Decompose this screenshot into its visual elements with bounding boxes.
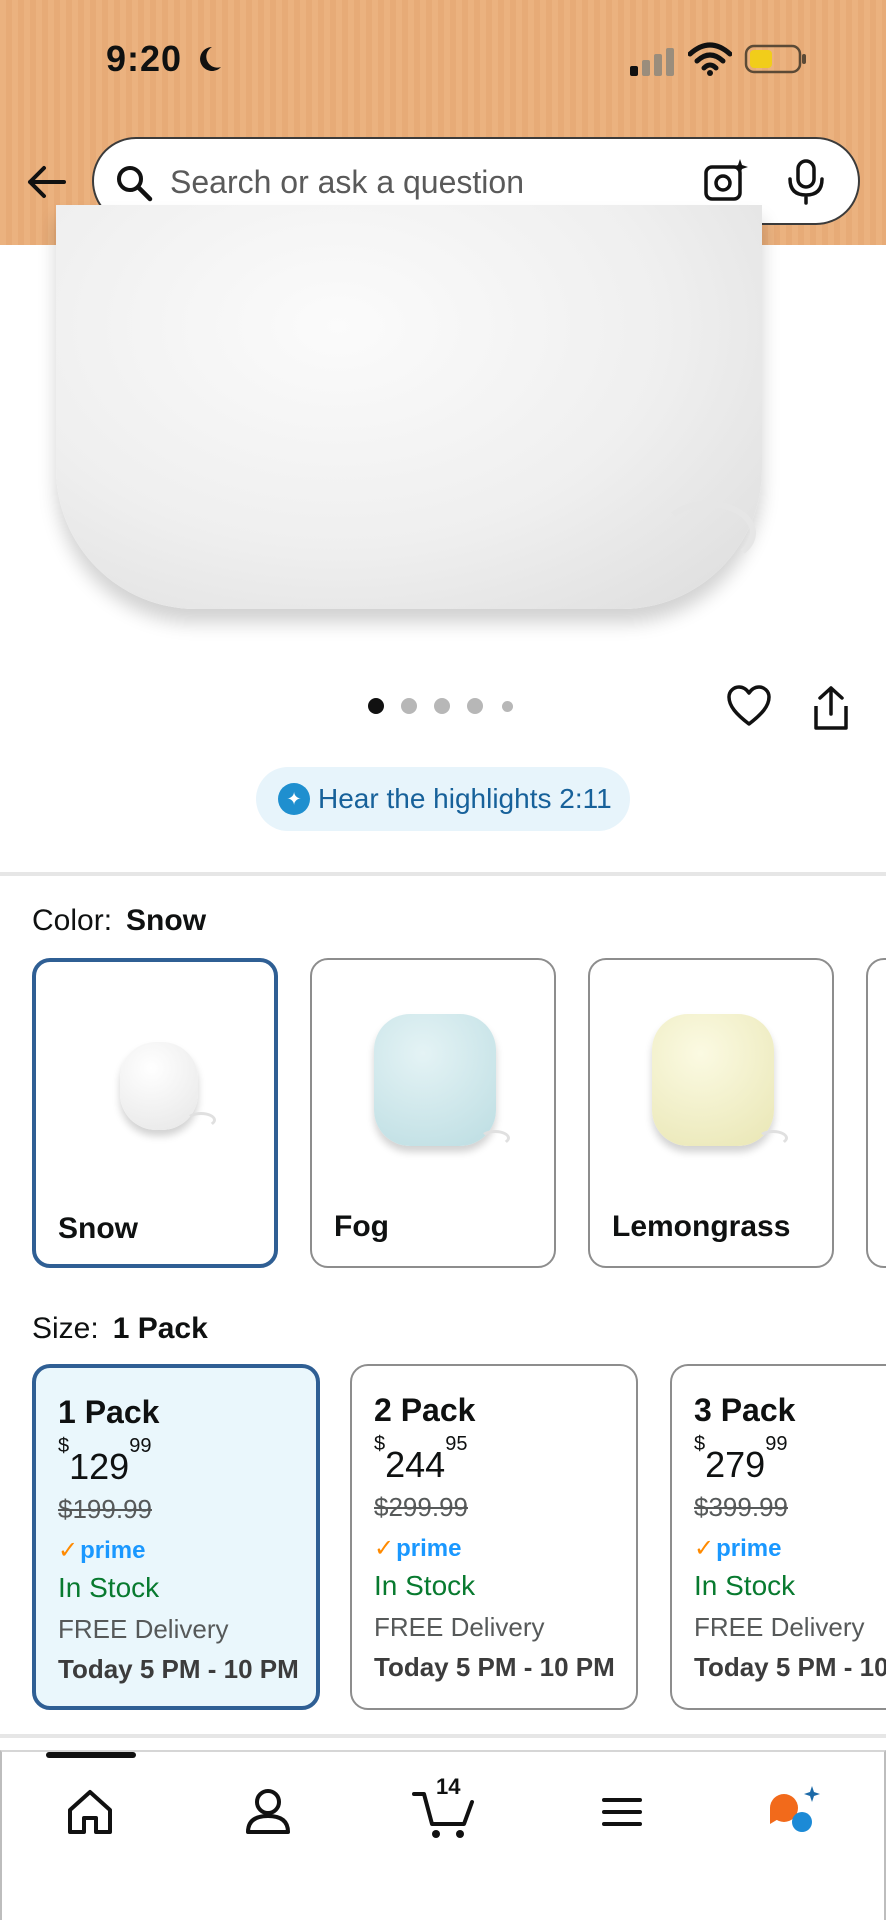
search-icon <box>117 166 153 202</box>
section-divider <box>0 1734 886 1738</box>
pack-stock-status: In Stock <box>694 1570 796 1601</box>
pack-title: 1 Pack <box>58 1394 160 1430</box>
power-cable-image <box>660 501 756 565</box>
price-symbol: $ <box>694 1433 706 1455</box>
camera-lens-icon[interactable] <box>702 157 750 205</box>
price-cents: 95 <box>445 1433 468 1455</box>
color-option-label: Snow <box>58 1212 138 1245</box>
price-symbol: $ <box>374 1433 386 1455</box>
color-option-lemongrass[interactable]: Lemongrass <box>588 958 834 1268</box>
battery-icon <box>744 44 806 74</box>
size-selected-value: 1 Pack <box>112 1312 208 1345</box>
pack-delivery: FREE Delivery <box>58 1614 229 1644</box>
account-icon[interactable] <box>238 1782 298 1842</box>
price-whole: 129 <box>69 1446 130 1487</box>
status-bar: 9:20 <box>0 0 886 120</box>
pack-delivery-date: Today 5 PM - 10 PM <box>374 1652 615 1682</box>
prime-check-icon: ✓ <box>374 1535 395 1562</box>
menu-icon[interactable] <box>592 1782 652 1842</box>
pack-delivery: FREE Delivery <box>694 1612 865 1642</box>
pack-delivery: FREE Delivery <box>374 1612 545 1642</box>
section-divider <box>0 872 886 876</box>
hear-highlights-button[interactable]: ✦ Hear the highlights 2:11 <box>256 767 630 831</box>
wifi-icon <box>688 42 732 76</box>
prime-text: prime <box>80 1537 146 1564</box>
thumbnail-cable <box>758 1130 788 1146</box>
fog-router-thumbnail <box>374 1014 496 1146</box>
audio-sparkle-icon: ✦ <box>278 783 310 815</box>
color-option-fog[interactable]: Fog <box>310 958 556 1268</box>
pack-price: $27999 <box>694 1433 787 1486</box>
prime-badge: ✓prime <box>694 1534 781 1563</box>
pack-delivery-date: Today 5 PM - 10 PM <box>694 1652 886 1682</box>
pack-list-price: $399.99 <box>694 1492 788 1522</box>
carousel-dot[interactable] <box>401 698 417 714</box>
product-page: 9:20 Search or ask a question ✦ Hear the… <box>0 0 886 1920</box>
price-cents: 99 <box>765 1433 788 1455</box>
thumbnail-cable <box>480 1130 510 1146</box>
size-label-text: Size: <box>32 1312 99 1345</box>
color-label-text: Color: <box>32 904 113 937</box>
prime-badge: ✓prime <box>374 1534 461 1563</box>
carousel-dot[interactable] <box>502 701 513 712</box>
product-image[interactable] <box>0 205 886 665</box>
size-option-1-pack[interactable]: 1 Pack $12999 $199.99 ✓prime In Stock FR… <box>32 1364 320 1710</box>
prime-badge: ✓prime <box>58 1536 145 1565</box>
back-arrow-icon[interactable] <box>22 158 70 206</box>
status-time: 9:20 <box>106 38 183 79</box>
search-input[interactable]: Search or ask a question <box>170 164 524 201</box>
home-icon[interactable] <box>60 1782 120 1842</box>
color-option-partial[interactable] <box>866 958 886 1268</box>
pack-title: 3 Pack <box>694 1392 796 1428</box>
pack-title: 2 Pack <box>374 1392 476 1428</box>
color-selected-value: Snow <box>126 904 207 937</box>
pack-delivery-date: Today 5 PM - 10 PM <box>58 1654 299 1684</box>
size-option-3-pack[interactable]: 3 Pack $27999 $399.99 ✓prime In Stock FR… <box>670 1364 886 1710</box>
price-whole: 279 <box>705 1444 766 1485</box>
size-option-2-pack[interactable]: 2 Pack $24495 $299.99 ✓prime In Stock FR… <box>350 1364 638 1710</box>
color-option-label: Fog <box>334 1210 389 1243</box>
price-whole: 244 <box>385 1444 446 1485</box>
rufus-assistant-icon[interactable] <box>764 1782 824 1842</box>
thumbnail-cable <box>186 1112 216 1128</box>
prime-text: prime <box>716 1535 782 1562</box>
size-label: Size: 1 Pack <box>32 1312 208 1346</box>
carousel-dot[interactable] <box>467 698 483 714</box>
pack-price: $12999 <box>58 1435 151 1488</box>
pack-list-price: $299.99 <box>374 1492 468 1522</box>
lemongrass-router-thumbnail <box>652 1014 774 1146</box>
bottom-navigation: 14 <box>0 1750 886 1920</box>
price-symbol: $ <box>58 1435 70 1457</box>
carousel-dot[interactable] <box>434 698 450 714</box>
color-option-label: Lemongrass <box>612 1210 791 1243</box>
heart-icon[interactable] <box>726 684 772 728</box>
cart-count-badge: 14 <box>436 1774 461 1799</box>
pack-list-price: $199.99 <box>58 1494 152 1524</box>
color-label: Color: Snow <box>32 904 206 938</box>
moon-icon <box>200 47 221 71</box>
prime-check-icon: ✓ <box>58 1537 79 1564</box>
router-device-image <box>56 205 762 609</box>
microphone-icon[interactable] <box>784 157 828 205</box>
prime-text: prime <box>396 1535 462 1562</box>
prime-check-icon: ✓ <box>694 1535 715 1562</box>
price-cents: 99 <box>129 1435 152 1457</box>
carousel-dot[interactable] <box>368 698 384 714</box>
share-icon[interactable] <box>810 684 852 732</box>
active-tab-indicator <box>46 1752 136 1758</box>
color-option-snow[interactable]: Snow <box>32 958 278 1268</box>
signal-icon <box>630 48 674 76</box>
pack-stock-status: In Stock <box>58 1572 160 1603</box>
pack-stock-status: In Stock <box>374 1570 476 1601</box>
pack-price: $24495 <box>374 1433 467 1486</box>
hear-highlights-label: Hear the highlights 2:11 <box>318 783 612 814</box>
